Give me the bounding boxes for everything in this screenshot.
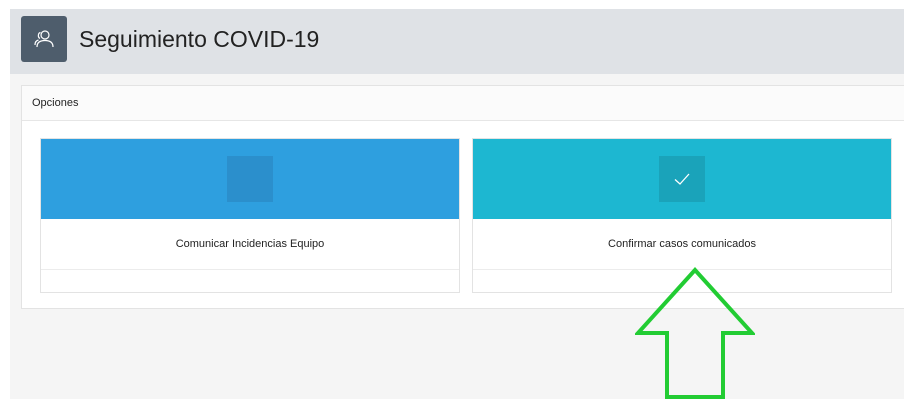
check-icon xyxy=(659,156,705,202)
card-comunicar-incidencias[interactable]: Comunicar Incidencias Equipo xyxy=(40,138,460,293)
options-region: Opciones Comunicar Incidencias Equipo Co… xyxy=(21,85,904,309)
card-banner[interactable] xyxy=(41,139,459,219)
page-body: Seguimiento COVID-19 Opciones Comunicar … xyxy=(10,9,904,399)
page-header: Seguimiento COVID-19 xyxy=(10,9,904,74)
card-title[interactable]: Comunicar Incidencias Equipo xyxy=(41,219,459,270)
card-title[interactable]: Confirmar casos comunicados xyxy=(473,219,891,270)
card-banner[interactable] xyxy=(473,139,891,219)
blank-icon xyxy=(227,156,273,202)
region-header: Opciones xyxy=(22,86,904,121)
users-icon xyxy=(21,16,67,62)
region-title: Opciones xyxy=(32,97,79,109)
up-arrow-annotation xyxy=(635,267,755,399)
page-title: Seguimiento COVID-19 xyxy=(79,26,320,52)
